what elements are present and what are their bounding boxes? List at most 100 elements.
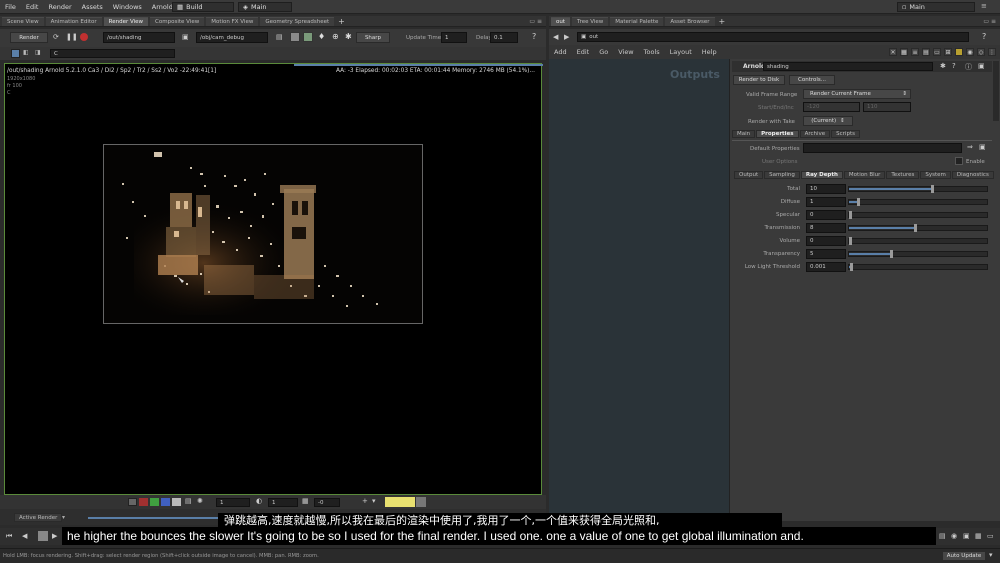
key-mode-icon[interactable]: ▣ <box>963 532 970 540</box>
param-subtab-system[interactable]: System <box>920 171 951 179</box>
param-tab-main[interactable]: Main <box>732 130 756 138</box>
start-field[interactable]: -120 <box>803 102 860 112</box>
gear-icon[interactable]: ✱ <box>940 62 946 70</box>
preview-icon[interactable] <box>303 32 313 42</box>
param-scrollbar[interactable] <box>993 61 999 121</box>
tab-scene-view[interactable]: Scene View <box>2 16 44 26</box>
network-menu-layout[interactable]: Layout <box>665 48 697 56</box>
param-subtab-output[interactable]: Output <box>734 171 764 179</box>
key-all-icon[interactable]: ▦ <box>975 532 982 540</box>
menu-item-file[interactable]: File <box>0 3 21 11</box>
right-add-tab-icon[interactable]: + <box>719 17 726 26</box>
enable-checkbox[interactable] <box>955 157 963 165</box>
play-reverse-icon[interactable]: ◀ <box>22 532 27 540</box>
param-slider[interactable] <box>848 250 988 258</box>
network-editor[interactable]: Outputs <box>549 59 729 521</box>
red-channel-icon[interactable] <box>139 498 148 506</box>
folder-icon[interactable]: ▣ <box>979 143 986 151</box>
update-mode-icon[interactable]: ▾ <box>989 551 993 559</box>
network-menu-edit[interactable]: Edit <box>572 48 595 56</box>
exposure-field[interactable]: 1 <box>216 498 250 507</box>
param-slider-handle[interactable] <box>850 263 854 271</box>
param-slider[interactable] <box>848 224 988 232</box>
param-slider[interactable] <box>848 211 988 219</box>
param-value-field[interactable]: 5 <box>806 249 846 259</box>
node-shapes-icon[interactable]: ◇ <box>977 48 985 56</box>
network-menu-tools[interactable]: Tools <box>639 48 665 56</box>
render-to-disk-button[interactable]: Render to Disk <box>733 75 785 85</box>
default-properties-field[interactable] <box>803 143 962 153</box>
settings-icon[interactable]: ✱ <box>345 32 352 41</box>
param-value-field[interactable]: 1 <box>806 197 846 207</box>
param-value-field[interactable]: 0 <box>806 210 846 220</box>
view-icon[interactable]: ▭ <box>933 48 941 56</box>
fit-icon[interactable]: ▾ <box>372 497 376 505</box>
color-palette-icon[interactable]: ◉ <box>966 48 974 56</box>
param-tab-archive[interactable]: Archive <box>799 130 831 138</box>
param-slider[interactable] <box>848 198 988 206</box>
network-menu-view[interactable]: View <box>613 48 638 56</box>
forward-arrow-icon[interactable]: ▶ <box>564 33 569 41</box>
offset-field[interactable]: -0 <box>314 498 340 507</box>
param-subtab-textures[interactable]: Textures <box>886 171 920 179</box>
param-subtab-motion-blur[interactable]: Motion Blur <box>843 171 886 179</box>
update-time-field[interactable]: 1 <box>441 32 467 43</box>
rop-path-field[interactable]: /out/shading <box>103 32 175 43</box>
param-value-field[interactable]: 8 <box>806 223 846 233</box>
help-param-icon[interactable]: ? <box>952 62 956 70</box>
network-path-field[interactable]: ▣ out <box>577 32 969 42</box>
param-slider-handle[interactable] <box>889 250 893 258</box>
snap-icon[interactable]: ⊞ <box>944 48 952 56</box>
menu-item-assets[interactable]: Assets <box>77 3 108 11</box>
green-channel-icon[interactable] <box>150 498 159 506</box>
help-icon[interactable]: ? <box>532 32 536 41</box>
channel-select[interactable]: C <box>50 49 175 58</box>
layout-icon[interactable]: ▤ <box>922 48 930 56</box>
right-tab-asset-browser[interactable]: Asset Browser <box>665 16 715 26</box>
end-field[interactable]: 110 <box>863 102 911 112</box>
active-render-tab[interactable]: Active Render <box>14 513 63 522</box>
add-tab-icon[interactable]: + <box>338 17 345 26</box>
scope-icon[interactable]: ▭ <box>987 532 994 540</box>
wrench-icon[interactable]: ✕ <box>889 48 897 56</box>
node-name-field[interactable]: shading <box>763 62 933 71</box>
menu-item-edit[interactable]: Edit <box>21 3 44 11</box>
right-pane-menu-icon[interactable]: ▭ ≡ <box>983 18 996 25</box>
param-slider-handle[interactable] <box>930 185 934 193</box>
param-slider-handle[interactable] <box>849 211 852 219</box>
zoom-plus-icon[interactable]: + <box>362 497 368 505</box>
region-icon[interactable] <box>290 32 300 42</box>
param-slider[interactable] <box>848 263 988 271</box>
right-tab-material-palette[interactable]: Material Palette <box>610 16 664 26</box>
render-viewer[interactable]: /out/shading Arnold 5.2.1.0 Ca3 / Di2 / … <box>4 63 543 495</box>
pin-icon[interactable]: ▣ <box>978 62 985 70</box>
blue-channel-icon[interactable] <box>161 498 170 506</box>
tab-composite-view[interactable]: Composite View <box>150 16 205 26</box>
stop-icon[interactable] <box>80 33 88 41</box>
runtime-level-selector[interactable]: ▫ Main <box>897 2 975 12</box>
keys-icon[interactable]: ▤ <box>939 532 946 540</box>
back-arrow-icon[interactable]: ◀ <box>553 33 558 41</box>
sharp-dropdown[interactable]: Sharp <box>356 32 390 43</box>
param-slider-handle[interactable] <box>857 198 861 206</box>
network-help-icon[interactable]: ? <box>982 32 986 41</box>
active-render-dropdown-icon[interactable]: ▾ <box>62 514 65 521</box>
tab-motion-fx-view[interactable]: Motion FX View <box>206 16 259 26</box>
exposure-icon[interactable]: ✺ <box>197 497 203 505</box>
menu-bar-options-icon[interactable]: ≡ <box>981 2 997 12</box>
delay-field[interactable]: 0.1 <box>490 32 518 43</box>
network-menu-add[interactable]: Add <box>549 48 572 56</box>
region-compare-icon[interactable]: ◨ <box>35 49 41 56</box>
snapshot-swatch[interactable] <box>416 497 426 507</box>
stop-playback-icon[interactable] <box>38 531 48 541</box>
param-value-field[interactable]: 10 <box>806 184 846 194</box>
tab-geometry-spreadsheet[interactable]: Geometry Spreadsheet <box>260 16 335 26</box>
compare-icon[interactable]: ◧ <box>23 49 29 56</box>
viewer-mode-icon[interactable] <box>11 49 20 58</box>
jump-start-icon[interactable]: ⏮ <box>6 532 12 541</box>
key-channel-icon[interactable]: ◉ <box>951 532 957 540</box>
render-with-take-select[interactable]: (Current) ⇕ <box>803 116 853 126</box>
param-tab-properties[interactable]: Properties <box>756 130 799 138</box>
param-slider[interactable] <box>848 237 988 245</box>
param-value-field[interactable]: 0 <box>806 236 846 246</box>
